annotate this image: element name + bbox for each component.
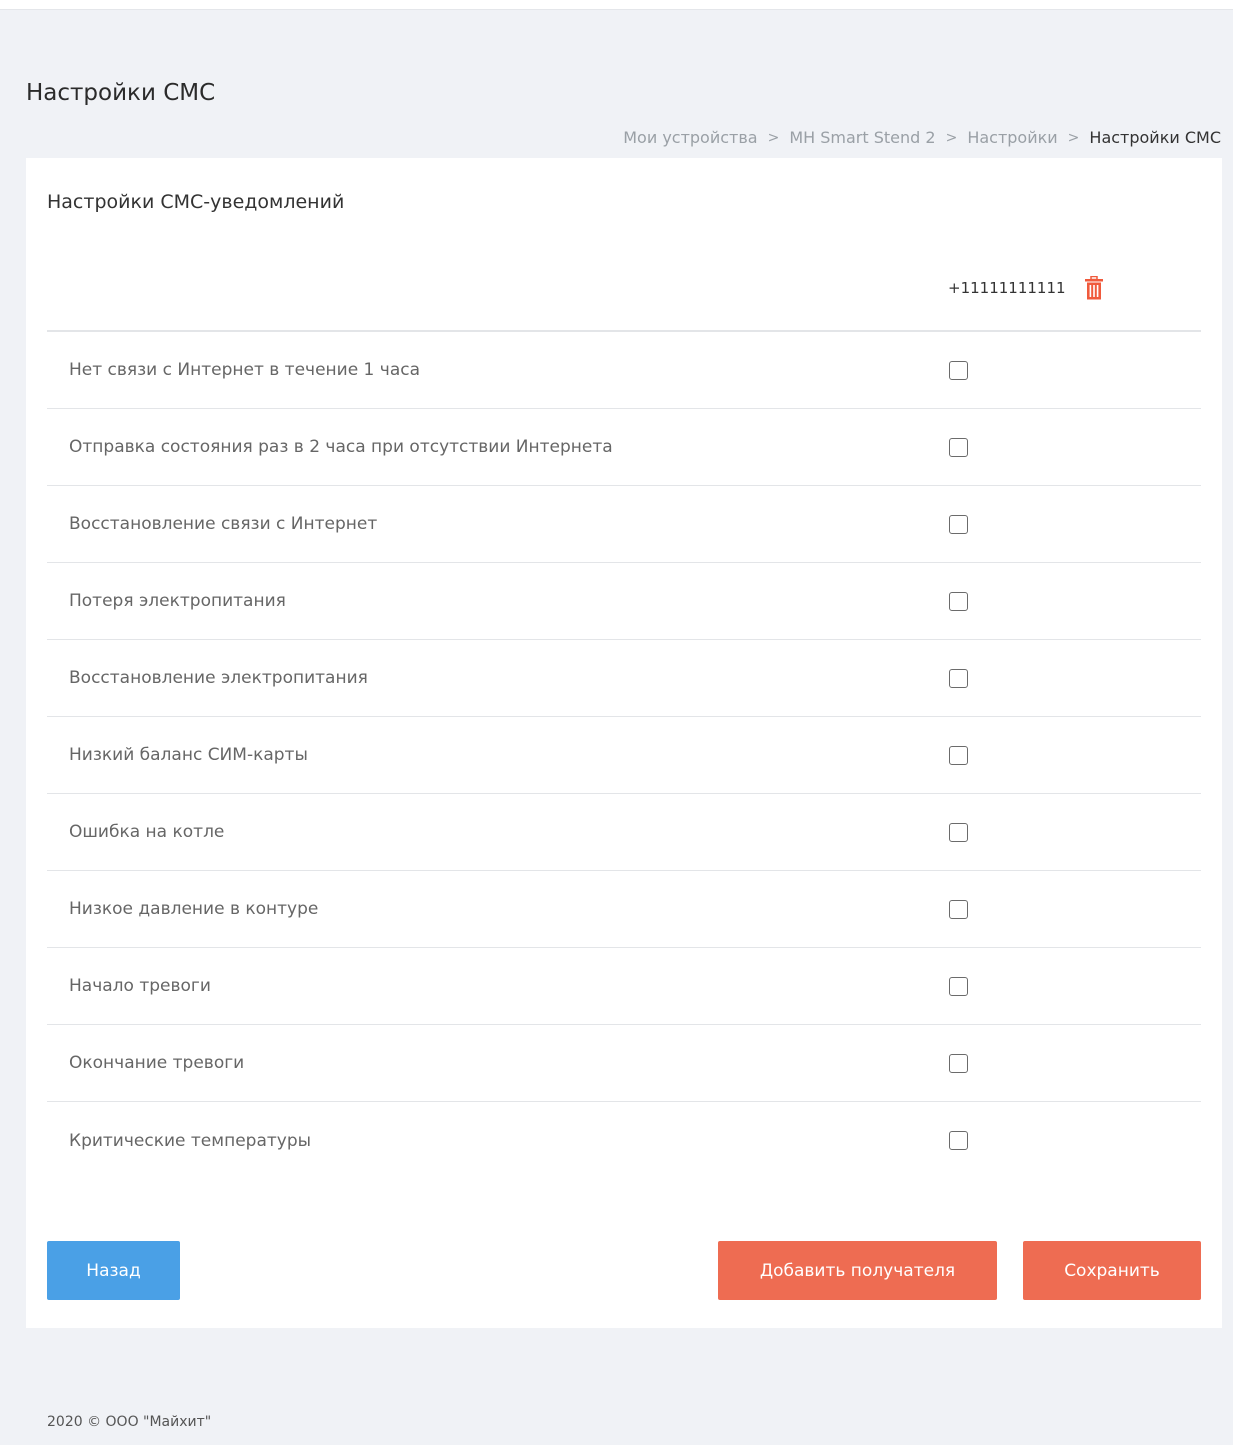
notification-checkbox[interactable] [949, 1131, 968, 1150]
back-button[interactable]: Назад [47, 1241, 180, 1300]
notification-label: Низкий баланс СИМ-карты [69, 745, 308, 765]
footer-copyright: 2020 © ООО "Майхит" [47, 1414, 212, 1430]
notification-label: Нет связи с Интернет в течение 1 часа [69, 360, 421, 380]
table-row: Окончание тревоги [47, 1025, 1201, 1102]
notification-checkbox[interactable] [949, 899, 968, 919]
breadcrumb-separator: > [767, 129, 780, 146]
table-row: Низкое давление в контуре [47, 871, 1201, 948]
notification-checkbox[interactable] [949, 822, 968, 842]
sms-settings-card: Настройки СМС-уведомлений +11111111111 Н… [26, 158, 1222, 1328]
breadcrumb: Мои устройства > MH Smart Stend 2 > Наст… [623, 128, 1221, 147]
notification-label: Критические температуры [69, 1130, 312, 1151]
notification-checkbox[interactable] [949, 360, 968, 380]
notification-label: Восстановление электропитания [69, 668, 368, 688]
table-row: Отправка состояния раз в 2 часа при отсу… [47, 409, 1201, 486]
notification-checkbox[interactable] [949, 437, 968, 457]
breadcrumb-separator: > [1067, 129, 1080, 146]
page-title: Настройки СМС [26, 80, 216, 106]
recipient-header: +11111111111 [948, 275, 1104, 300]
notification-label: Окончание тревоги [69, 1053, 245, 1073]
notification-label: Низкое давление в контуре [69, 899, 319, 919]
table-row: Потеря электропитания [47, 563, 1201, 640]
notification-label: Потеря электропитания [69, 591, 286, 611]
notification-label: Начало тревоги [69, 976, 211, 996]
notification-checkbox[interactable] [949, 1053, 968, 1073]
notification-checkbox[interactable] [949, 745, 968, 765]
breadcrumb-item-current: Настройки СМС [1089, 128, 1221, 147]
table-row: Восстановление электропитания [47, 640, 1201, 717]
breadcrumb-separator: > [945, 129, 958, 146]
card-title: Настройки СМС-уведомлений [47, 191, 345, 213]
notification-checkbox[interactable] [949, 514, 968, 534]
notification-checkbox[interactable] [949, 976, 968, 996]
trash-icon[interactable] [1084, 275, 1104, 300]
breadcrumb-item-devices[interactable]: Мои устройства [623, 128, 757, 147]
top-bar [0, 0, 1233, 10]
table-row: Низкий баланс СИМ-карты [47, 717, 1201, 794]
table-row: Критические температуры [47, 1102, 1201, 1179]
notification-label: Восстановление связи с Интернет [69, 514, 378, 534]
notification-checkbox[interactable] [949, 591, 968, 611]
recipient-phone: +11111111111 [948, 279, 1066, 297]
notification-label: Ошибка на котле [69, 822, 225, 842]
breadcrumb-item-settings[interactable]: Настройки [967, 128, 1057, 147]
table-row: Восстановление связи с Интернет [47, 486, 1201, 563]
notification-checkbox[interactable] [949, 668, 968, 688]
breadcrumb-item-device[interactable]: MH Smart Stend 2 [789, 128, 935, 147]
table-row: Начало тревоги [47, 948, 1201, 1025]
add-recipient-button[interactable]: Добавить получателя [718, 1241, 997, 1300]
notification-label: Отправка состояния раз в 2 часа при отсу… [69, 437, 613, 457]
save-button[interactable]: Сохранить [1023, 1241, 1201, 1300]
notification-list: Нет связи с Интернет в течение 1 часа От… [47, 332, 1201, 1179]
table-row: Нет связи с Интернет в течение 1 часа [47, 332, 1201, 409]
table-row: Ошибка на котле [47, 794, 1201, 871]
